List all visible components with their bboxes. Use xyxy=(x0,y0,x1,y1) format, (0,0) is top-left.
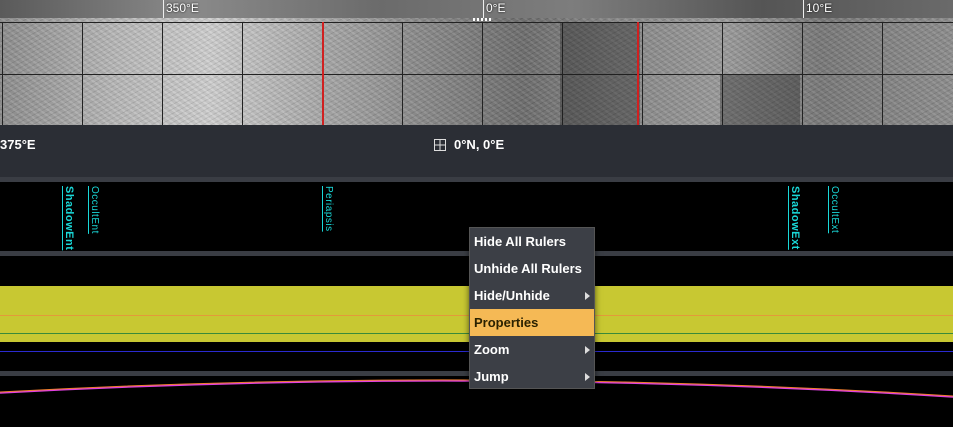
lon-tick xyxy=(803,0,804,18)
center-marker xyxy=(473,18,493,21)
menu-unhide-all-rulers[interactable]: Unhide All Rulers xyxy=(470,255,594,282)
lon-tick xyxy=(163,0,164,18)
marker-line-left xyxy=(322,22,324,125)
lon-tick xyxy=(483,0,484,18)
submenu-arrow-icon xyxy=(585,373,590,381)
event-occult-entry[interactable]: OccultEnt xyxy=(89,186,100,234)
center-coordinate-text: 0°N, 0°E xyxy=(454,137,505,152)
submenu-arrow-icon xyxy=(585,292,590,300)
lon-label-0: 0°E xyxy=(486,1,506,15)
menu-zoom[interactable]: Zoom xyxy=(470,336,594,363)
menu-hide-unhide[interactable]: Hide/Unhide xyxy=(470,282,594,309)
submenu-arrow-icon xyxy=(585,346,590,354)
center-coordinate[interactable]: 0°N, 0°E xyxy=(434,137,504,152)
menu-item-label: Zoom xyxy=(474,342,510,357)
menu-properties[interactable]: Properties xyxy=(470,309,594,336)
menu-item-label: Jump xyxy=(474,369,509,384)
menu-jump[interactable]: Jump xyxy=(470,363,594,390)
dark-tile xyxy=(560,22,640,125)
marker-line-right xyxy=(637,22,639,125)
lon-label-10: 10°E xyxy=(806,1,833,15)
event-shadow-entry[interactable]: ShadowEnt xyxy=(63,186,75,250)
menu-hide-all-rulers[interactable]: Hide All Rulers xyxy=(470,228,594,255)
lon-label-350: 350°E xyxy=(166,1,199,15)
longitude-readout: 375°E xyxy=(0,137,36,152)
dark-tile xyxy=(720,75,800,125)
coordinate-bar: 375°E 0°N, 0°E xyxy=(0,125,953,177)
context-menu: Hide All Rulers Unhide All Rulers Hide/U… xyxy=(469,227,595,389)
menu-item-label: Unhide All Rulers xyxy=(474,261,582,276)
longitude-scale: 350°E 0°E 10°E xyxy=(0,0,953,18)
event-shadow-exit[interactable]: ShadowExt xyxy=(789,186,801,250)
event-periapsis[interactable]: Periapsis xyxy=(323,186,334,232)
menu-item-label: Hide/Unhide xyxy=(474,288,550,303)
menu-item-label: Hide All Rulers xyxy=(474,234,566,249)
menu-item-label: Properties xyxy=(474,315,539,330)
grid-icon xyxy=(434,138,446,151)
divider xyxy=(0,177,953,182)
tile-grid xyxy=(0,22,953,125)
event-occult-exit[interactable]: OccultExt xyxy=(829,186,840,233)
